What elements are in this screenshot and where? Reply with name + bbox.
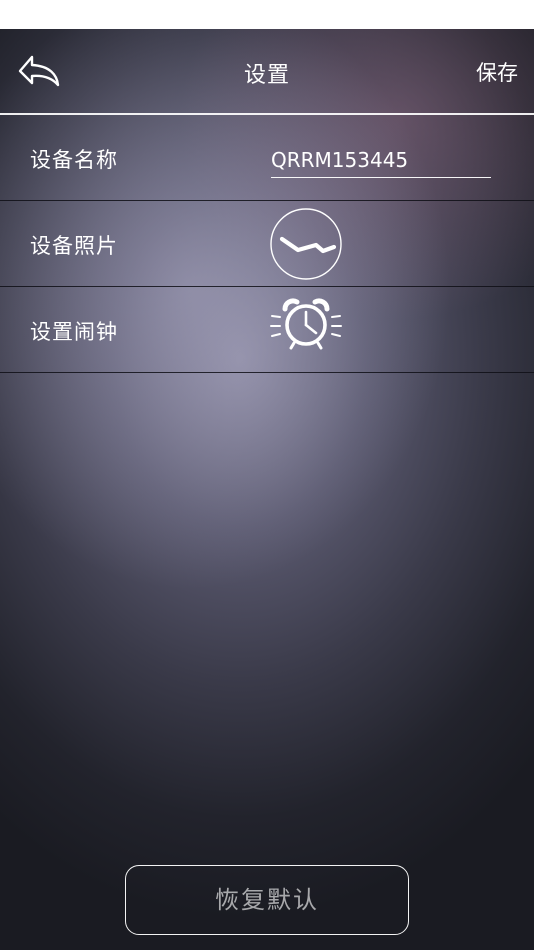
reset-default-button[interactable]: 恢复默认	[125, 865, 409, 935]
save-button[interactable]: 保存	[476, 57, 518, 87]
status-bar	[0, 0, 534, 29]
settings-screen: 设置 保存 设备名称 设备照片 设置闹钟	[0, 29, 534, 950]
alarm-label: 设置闹钟	[30, 320, 118, 344]
row-device-name: 设备名称	[0, 115, 534, 201]
device-photo-label: 设备照片	[30, 234, 118, 258]
device-name-input[interactable]	[271, 143, 491, 178]
device-photo-icon	[270, 208, 342, 280]
nav-bar: 设置 保存	[0, 29, 534, 115]
row-alarm: 设置闹钟	[0, 287, 534, 373]
alarm-button[interactable]	[269, 295, 343, 351]
device-photo-button[interactable]	[270, 208, 342, 280]
page-title: 设置	[243, 63, 290, 88]
device-name-label: 设备名称	[30, 148, 118, 172]
row-device-photo: 设备照片	[0, 201, 534, 287]
alarm-clock-icon	[270, 298, 342, 350]
